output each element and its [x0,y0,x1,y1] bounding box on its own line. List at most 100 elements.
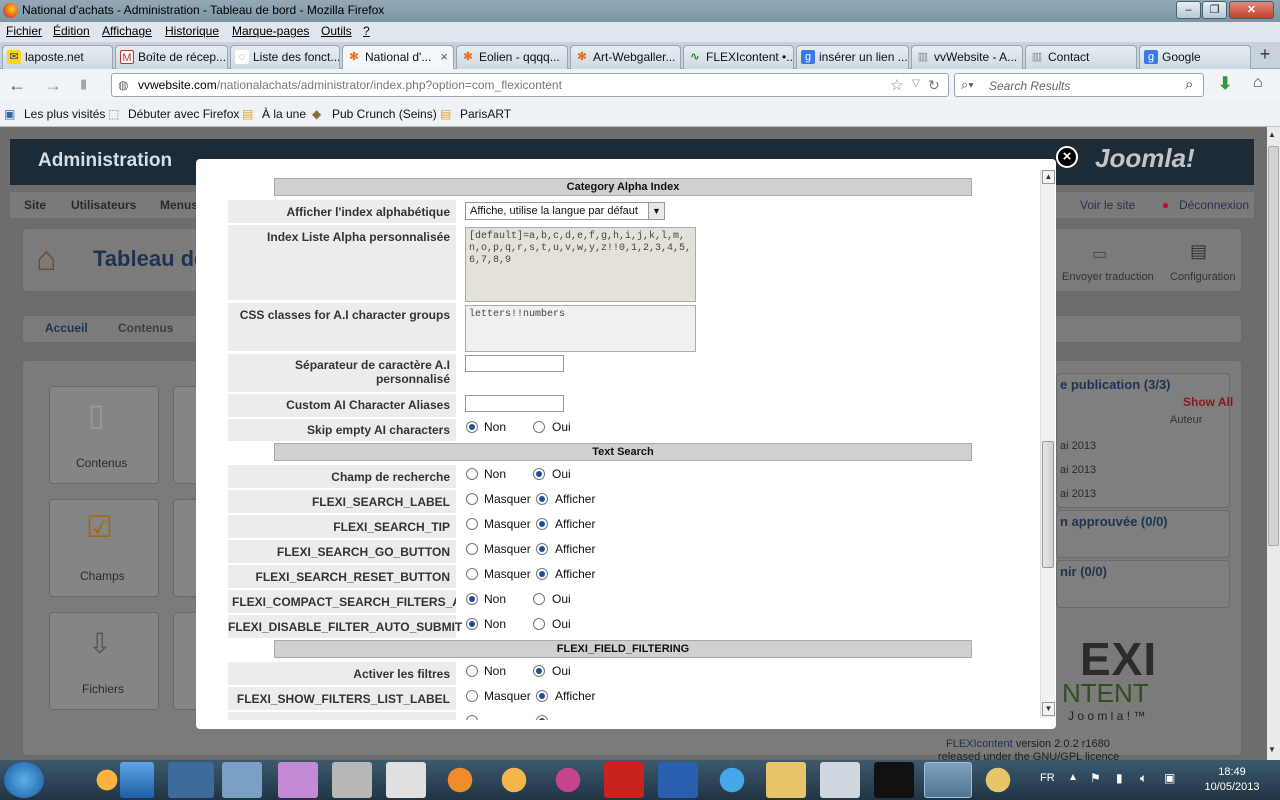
send-translation-button[interactable]: Envoyer traduction [1062,271,1154,283]
system-clock[interactable]: 18:49 10/05/2013 [1196,765,1268,795]
enable-filters-non-radio[interactable] [466,665,478,677]
page-scroll-thumb[interactable] [1268,146,1279,546]
alpha-list-textarea[interactable]: [default]=a,b,c,d,e,f,g,h,i,j,k,l,m,n,o,… [465,227,696,302]
volume-icon[interactable]: 🔈︎ [1140,771,1147,786]
home-icon[interactable]: ⌂ [1253,74,1263,92]
aliases-input[interactable] [465,395,564,412]
bookmark-most-visited[interactable]: Les plus visités [24,107,105,121]
menu-historique[interactable]: Historique [165,24,219,38]
window-close-button[interactable]: ✕ [1229,1,1274,19]
app-icon[interactable] [440,762,480,798]
cut-off-radio[interactable] [536,715,548,720]
joomla-menu-site[interactable]: Site [24,198,46,212]
tab-close-icon[interactable]: × [440,46,448,68]
blackberry-icon[interactable] [874,762,914,798]
search-engine-icon[interactable]: ⌕▾ [961,77,974,93]
compact-filters-oui-radio[interactable] [533,593,545,605]
scroll-down-icon[interactable]: ▼ [1042,702,1055,716]
joomla-menu-menus[interactable]: Menus [160,198,198,212]
bookmark-star-icon[interactable]: ☆ [890,76,903,94]
search-tip-masquer-radio[interactable] [466,518,478,530]
modal-scroll-thumb[interactable] [1042,441,1054,568]
cut-off-radio[interactable] [466,715,478,720]
url-bar[interactable]: ◍ vvwebsite.com/nationalachats/administr… [111,73,949,97]
show-filters-label-afficher-radio[interactable] [536,690,548,702]
download-icon[interactable]: ⬇ [1218,74,1232,94]
tab-contact[interactable]: ▥ Contact [1025,45,1137,69]
tab-flexicontent[interactable]: ∿ FLEXIcontent •... [683,45,794,69]
menu-help[interactable]: ? [363,24,370,38]
tab-vvwebsite[interactable]: ▥ vvWebsite - A... [911,45,1023,69]
search-go-afficher-radio[interactable] [536,543,548,555]
compact-filters-non-radio[interactable] [466,593,478,605]
tab-liste-fonct[interactable]: ◌ Liste des fonct... [230,45,340,69]
flexicontent-link[interactable]: FLEXIcontent [946,738,1013,750]
page-scrollbar[interactable]: ▲ ▼ [1267,127,1280,760]
search-go-masquer-radio[interactable] [466,543,478,555]
tab-accueil[interactable]: Accueil [45,321,88,335]
search-icon[interactable]: ⌕ [1185,76,1193,93]
chevron-down-icon[interactable]: ▼ [648,203,664,219]
back-icon[interactable]: ← [8,75,26,96]
disable-auto-submit-oui-radio[interactable] [533,618,545,630]
alpha-index-select[interactable]: Affiche, utilise la langue par défaut ▼ [465,202,665,220]
scroll-down-icon[interactable]: ▼ [1268,745,1276,754]
bookmark-getting-started[interactable]: Débuter avec Firefox [128,107,239,121]
search-reset-masquer-radio[interactable] [466,568,478,580]
tab-inserer-lien[interactable]: g insérer un lien ... [796,45,909,69]
language-indicator[interactable]: FR [1040,772,1055,784]
search-label-afficher-radio[interactable] [536,493,548,505]
tray-arrow-icon[interactable]: ▲ [1068,772,1078,783]
separator-input[interactable] [465,355,564,372]
search-tip-afficher-radio[interactable] [536,518,548,530]
word-icon[interactable] [658,762,698,798]
network-icon[interactable]: ▮ [1116,771,1123,785]
logout-link[interactable]: Déconnexion [1179,198,1249,212]
search-label-masquer-radio[interactable] [466,493,478,505]
skip-empty-oui-radio[interactable] [533,421,545,433]
pdf24-icon[interactable] [386,762,426,798]
scroll-up-icon[interactable]: ▲ [1042,170,1055,184]
search-input[interactable]: Search Results [989,79,1070,93]
history-dropdown-icon[interactable]: ▽ [912,78,920,89]
firefox-taskbar-button[interactable] [924,762,972,798]
bookmark-a-la-une[interactable]: À la une [262,107,306,121]
media-player-icon[interactable] [120,762,154,798]
view-site-link[interactable]: Voir le site [1080,198,1135,212]
show-filters-label-masquer-radio[interactable] [466,690,478,702]
search-field-oui-radio[interactable] [533,468,545,480]
joomla-menu-users[interactable]: Utilisateurs [71,198,136,212]
disable-auto-submit-non-radio[interactable] [466,618,478,630]
tab-eolien[interactable]: ✻ Eolien - qqqq... [456,45,568,69]
menu-edition[interactable]: Édition [53,24,90,38]
app-icon[interactable] [168,762,214,798]
configuration-button[interactable]: Configuration [1170,271,1235,283]
modal-close-button[interactable]: × [1056,146,1078,168]
menu-fichier[interactable]: Fichier [6,24,42,38]
bookmark-pub-crunch[interactable]: Pub Crunch (Seins) [332,107,437,121]
start-button[interactable] [4,762,44,798]
maximize-button[interactable]: ❐ [1202,1,1227,19]
show-all-link[interactable]: Show All [1183,395,1233,409]
reload-icon[interactable]: ↻ [928,77,940,94]
tab-contenus[interactable]: Contenus [118,321,173,335]
menu-affichage[interactable]: Affichage [102,24,152,38]
security-icon[interactable]: ▣ [1164,771,1175,785]
minimize-button[interactable]: – [1176,1,1201,19]
skip-empty-non-radio[interactable] [466,421,478,433]
tab-google[interactable]: g Google [1139,45,1251,69]
action-center-icon[interactable]: ⚑ [1090,771,1101,785]
css-classes-textarea[interactable]: letters!!numbers [465,305,696,352]
explorer-icon[interactable] [766,762,806,798]
paint-icon[interactable] [494,762,534,798]
search-field-non-radio[interactable] [466,468,478,480]
menu-outils[interactable]: Outils [321,24,352,38]
new-tab-button[interactable]: + [1254,44,1276,66]
app-icon[interactable] [548,762,588,798]
search-reset-afficher-radio[interactable] [536,568,548,580]
enable-filters-oui-radio[interactable] [533,665,545,677]
forward-icon[interactable]: → [44,75,62,96]
calculator-icon[interactable] [820,762,860,798]
filezilla-icon[interactable] [604,762,644,798]
tab-laposte[interactable]: ✉ laposte.net [2,45,113,69]
